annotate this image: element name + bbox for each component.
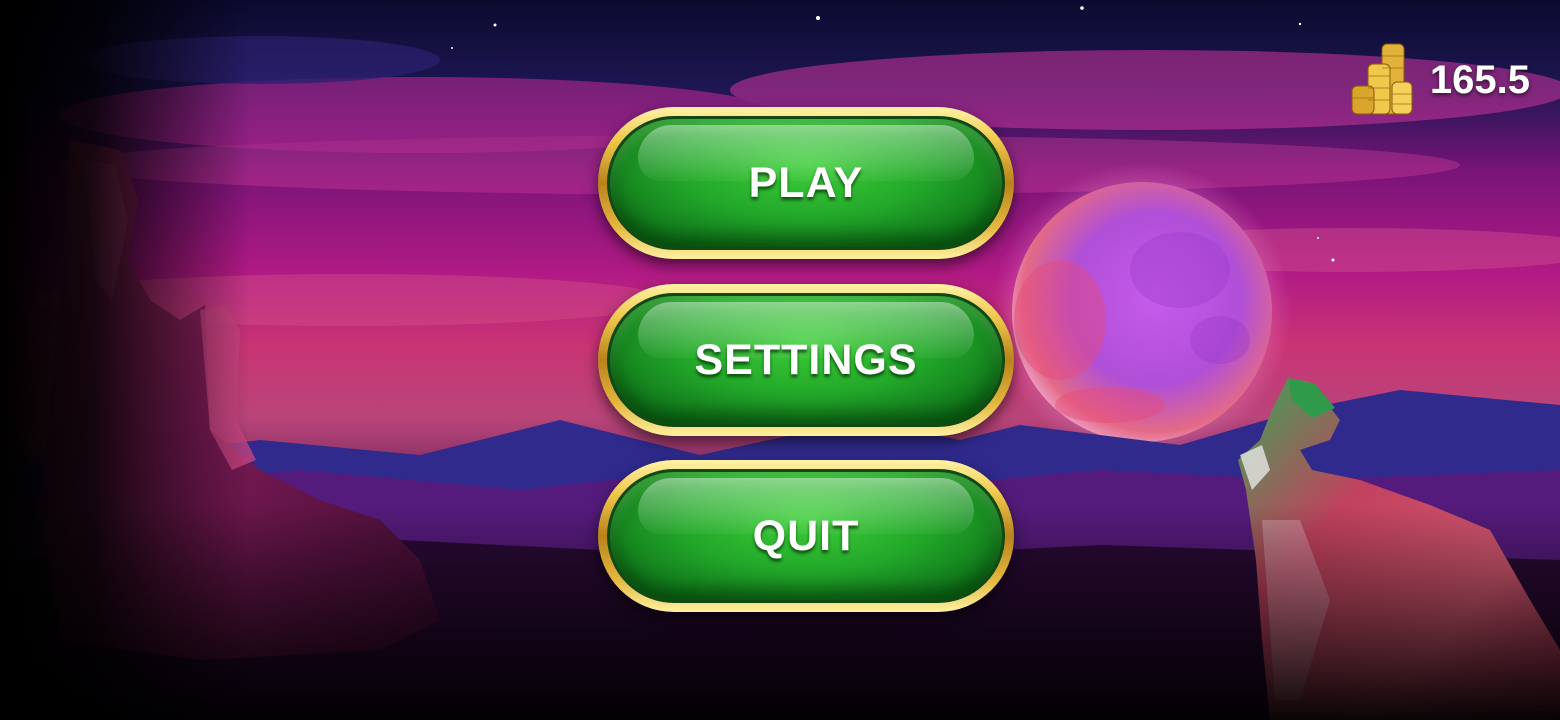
balance-amount: 165.5	[1429, 57, 1530, 102]
settings-button[interactable]: SETTINGS	[598, 284, 1014, 436]
play-button-face[interactable]: PLAY	[607, 116, 1005, 250]
quit-button-face[interactable]: QUIT	[607, 469, 1005, 603]
gold-coin-stack-icon	[1351, 43, 1413, 115]
main-menu-screen: 165.5 PLAY SETTINGS QUIT	[0, 0, 1560, 720]
play-button-label: PLAY	[748, 158, 864, 207]
settings-button-face[interactable]: SETTINGS	[607, 293, 1005, 427]
quit-button[interactable]: QUIT	[598, 460, 1014, 612]
quit-button-label: QUIT	[752, 511, 860, 560]
play-button[interactable]: PLAY	[598, 107, 1014, 259]
coin-balance: 165.5	[1348, 40, 1530, 120]
settings-button-label: SETTINGS	[694, 335, 918, 384]
